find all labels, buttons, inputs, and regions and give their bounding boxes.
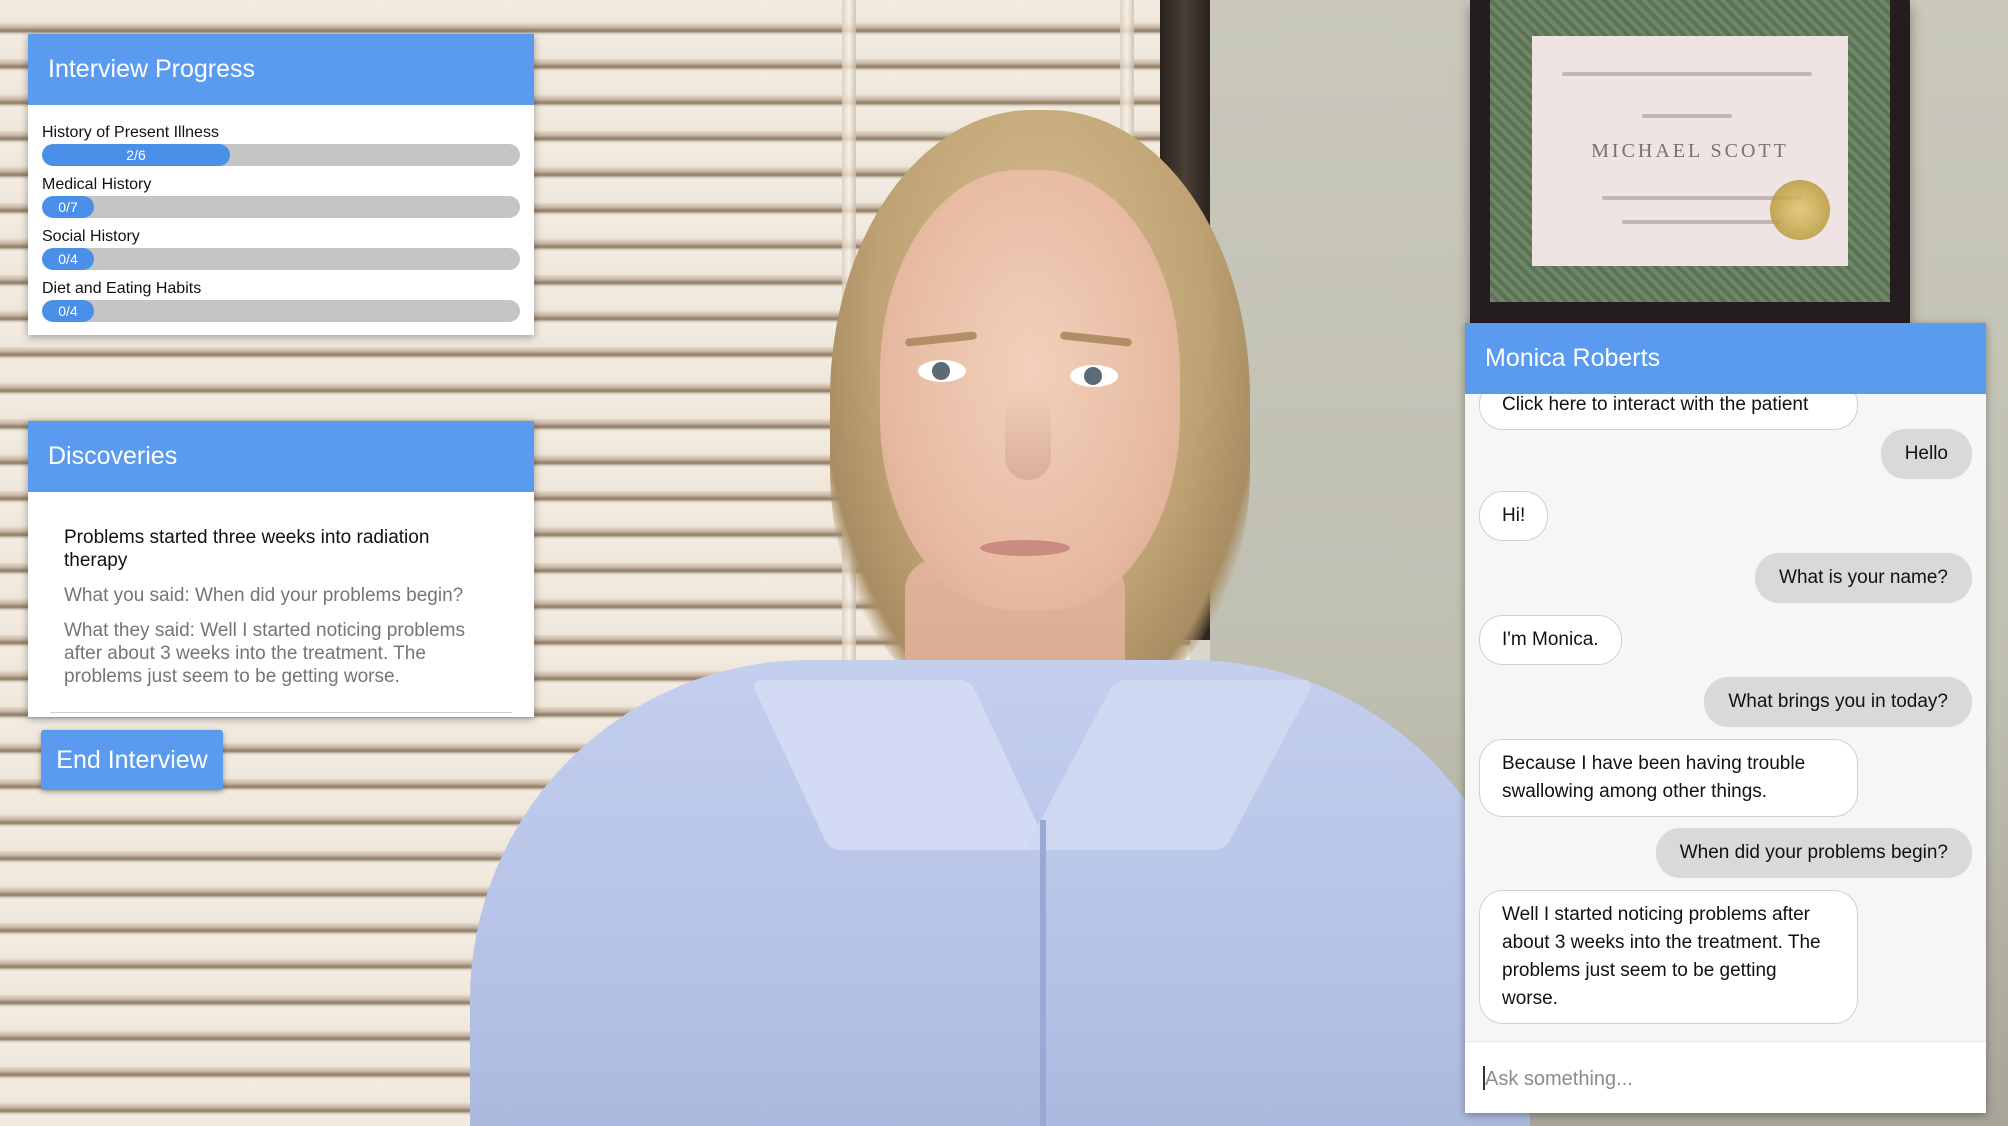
discovery-they-said: What they said: Well I started noticing … [64,620,465,687]
discoveries-panel: Discoveries Problems started three weeks… [28,421,534,717]
discovery-divider [50,712,512,713]
shirt-placket [1040,820,1046,1126]
chat-message-patient: Well I started noticing problems after a… [1479,890,1858,1024]
progress-fill: 2/6 [42,144,230,166]
patient-nose [1005,390,1051,480]
patient-chat-panel: Monica Roberts Click here to interact wi… [1465,323,1986,1113]
progress-bar: 0/4 [42,300,520,322]
chat-message-patient: Because I have been having trouble swall… [1479,739,1858,817]
patient-eye [918,360,966,382]
certificate-name: MICHAEL SCOTT [1591,140,1789,162]
progress-label: Medical History [42,176,152,193]
progress-label: Diet and Eating Habits [42,280,202,297]
progress-fill: 0/4 [42,248,94,270]
chat-message-user: When did your problems begin? [1655,828,1972,878]
text-caret [1483,1066,1485,1090]
end-interview-button[interactable]: End Interview [41,730,223,790]
chat-message-patient: I'm Monica. [1479,615,1622,665]
progress-label: Social History [42,228,140,245]
progress-list: History of Present Illness 2/6 Medical H… [28,105,534,322]
discovery-heading: Problems started three weeks into radiat… [64,527,430,571]
discovery-item[interactable]: Problems started three weeks into radiat… [28,492,534,688]
certificate-seal [1770,180,1830,240]
patient-shirt [470,660,1530,1126]
progress-item: Social History 0/4 [42,227,520,270]
discoveries-title: Discoveries [28,421,534,492]
progress-item: History of Present Illness 2/6 [42,123,520,166]
chat-message-user: What is your name? [1755,553,1972,603]
chat-message-patient: Hi! [1479,491,1549,541]
discovery-you-said: What you said: When did your problems be… [64,585,464,606]
interview-progress-panel: Interview Progress History of Present Il… [28,34,534,335]
progress-item: Medical History 0/7 [42,175,520,218]
patient-mouth [980,540,1070,556]
chat-message-patient[interactable]: Click here to interact with the patient [1479,394,1858,430]
chat-message-list[interactable]: Click here to interact with the patient … [1465,394,1986,1040]
interview-progress-title: Interview Progress [28,34,534,105]
progress-bar: 0/4 [42,248,520,270]
progress-fill: 0/7 [42,196,94,218]
ask-input[interactable] [1483,1062,1967,1096]
chat-message-user: What brings you in today? [1704,677,1972,727]
chat-message-user: Hello [1880,429,1972,479]
progress-label: History of Present Illness [42,124,219,141]
progress-bar: 0/7 [42,196,520,218]
patient-eye [1070,365,1118,387]
chat-input-row [1465,1041,1986,1113]
patient-name-header: Monica Roberts [1465,323,1986,394]
progress-item: Diet and Eating Habits 0/4 [42,279,520,322]
progress-bar: 2/6 [42,144,520,166]
progress-fill: 0/4 [42,300,94,322]
